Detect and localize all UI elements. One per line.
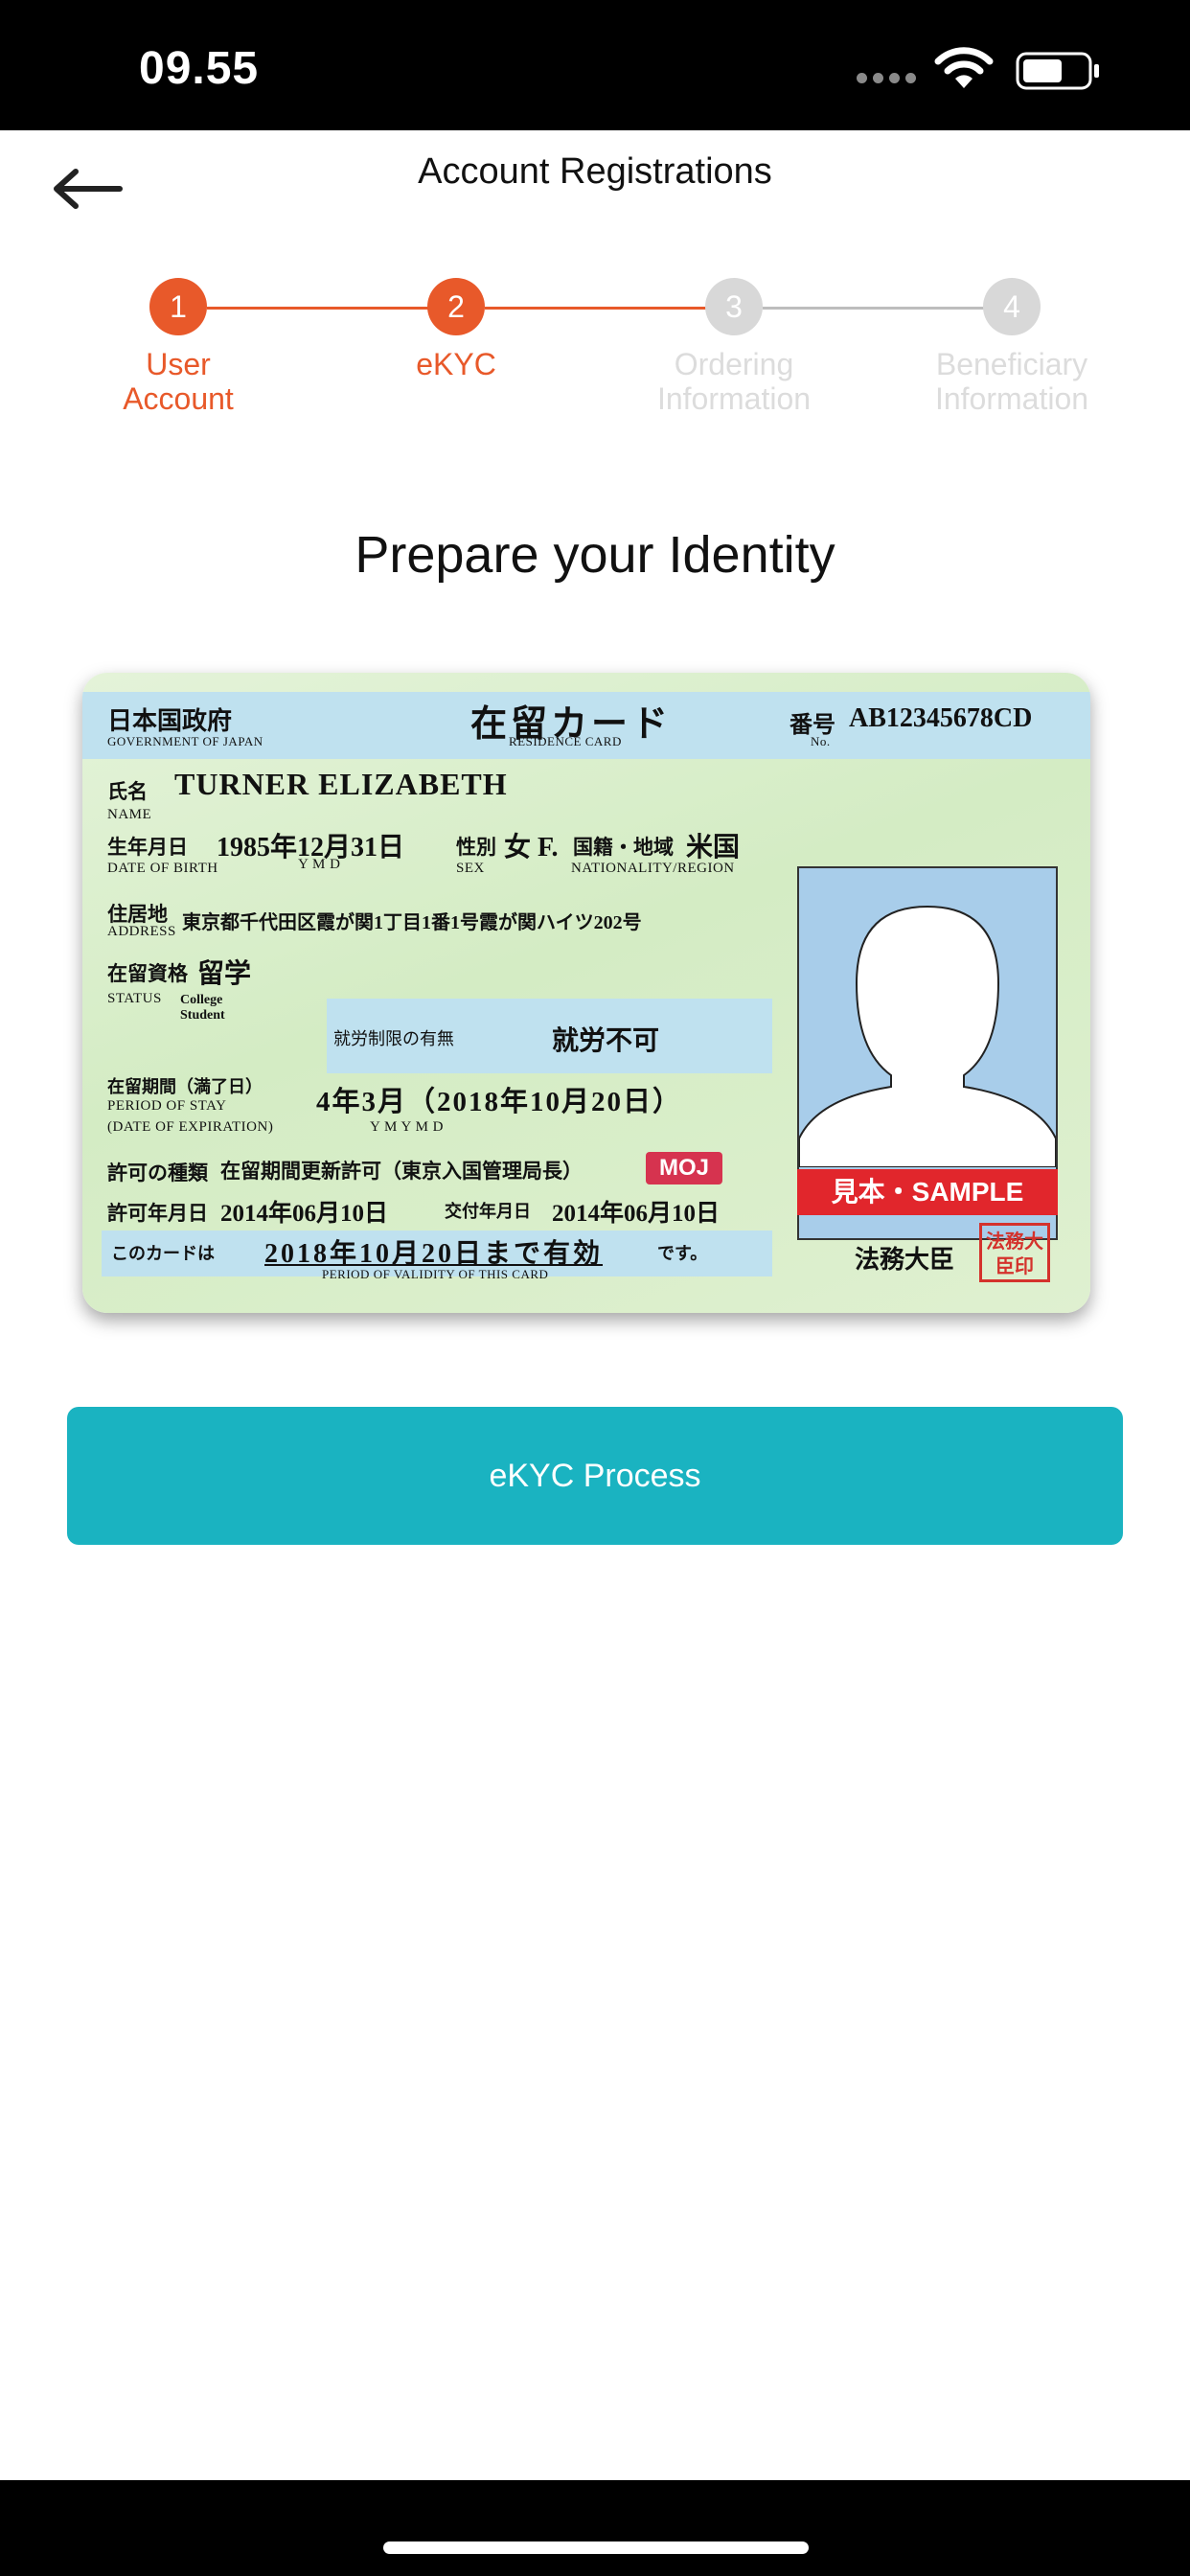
- home-indicator[interactable]: [383, 2542, 809, 2554]
- work-restriction-label: 就労制限の有無: [333, 1029, 454, 1048]
- signal-icon: [857, 73, 916, 83]
- step-label-line1: Beneficiary: [935, 347, 1088, 381]
- official-seal: 法務大臣印: [979, 1223, 1050, 1282]
- step-number-circle: 2: [427, 278, 485, 335]
- step-label-line2: Information: [934, 381, 1089, 416]
- permit-date-value: 2014年06月10日: [220, 1201, 389, 1227]
- step-number-circle: 1: [149, 278, 207, 335]
- wifi-icon: [934, 47, 994, 88]
- app-header: Account Registrations: [0, 130, 1190, 264]
- card-holder-name: TURNER ELIZABETH: [174, 767, 508, 801]
- validity-value: 2018年10月20日まで有効: [264, 1239, 604, 1269]
- card-title-en: RESIDENCE CARD: [509, 734, 622, 748]
- page-header-title: Account Registrations: [418, 151, 772, 192]
- dob-ymd: Y M D: [298, 857, 341, 872]
- sex-label-en: SEX: [456, 861, 485, 876]
- sex-value: 女 F.: [504, 833, 559, 862]
- dob-label-en: DATE OF BIRTH: [107, 861, 218, 876]
- card-number-en: No.: [811, 734, 831, 748]
- step-number-circle: 4: [983, 278, 1041, 335]
- page-title: Prepare your Identity: [355, 526, 835, 584]
- residence-card-sample-image: 日本国政府 GOVERNMENT OF JAPAN 在留カード RESIDENC…: [82, 673, 1090, 1313]
- battery-icon: [1016, 52, 1099, 90]
- validity-en: PERIOD OF VALIDITY OF THIS CARD: [322, 1267, 549, 1281]
- validity-prefix: このカードは: [111, 1244, 215, 1263]
- card-gov-en: GOVERNMENT OF JAPAN: [107, 734, 263, 748]
- nationality-value: 米国: [686, 833, 741, 862]
- permit-value: 在留期間更新許可（東京入国管理局長）: [220, 1160, 583, 1183]
- status-value-en: College Student: [180, 993, 225, 1023]
- sex-label-jp: 性別: [456, 836, 496, 859]
- period-ymd: Y M Y M D: [370, 1119, 445, 1135]
- status-bar: 09.55: [0, 0, 1190, 130]
- ekyc-process-button[interactable]: eKYC Process: [67, 1407, 1123, 1545]
- validity-suffix: です。: [657, 1244, 708, 1263]
- permit-label: 許可の種類: [107, 1162, 208, 1184]
- step-user-account: 1 User Account: [63, 278, 293, 416]
- bottom-bar: [0, 2480, 1190, 2576]
- issue-date-label: 交付年月日: [445, 1202, 531, 1221]
- permit-date-label: 許可年月日: [107, 1202, 208, 1225]
- step-label-line1: Ordering: [674, 347, 794, 381]
- sample-badge: 見本・SAMPLE: [797, 1169, 1058, 1215]
- seal-text: 法務大臣印: [986, 1231, 1043, 1277]
- registration-stepper: 1 User Account 2 eKYC 3 Ordering Informa…: [0, 278, 1190, 422]
- step-ordering-information: 3 Ordering Information: [619, 278, 849, 416]
- status-label-en: STATUS: [107, 991, 162, 1006]
- period-label-en: PERIOD OF STAY: [107, 1098, 227, 1114]
- minister-label: 法務大臣: [855, 1246, 955, 1274]
- status-time: 09.55: [139, 43, 260, 94]
- step-label-line2: Account: [123, 381, 234, 416]
- step-label-line2: Information: [656, 381, 812, 416]
- step-ekyc: 2 eKYC: [341, 278, 571, 381]
- status-value: 留学: [197, 959, 252, 989]
- dob-label-jp: 生年月日: [107, 836, 188, 859]
- status-label-jp: 在留資格: [107, 962, 188, 985]
- name-label-jp: 氏名: [107, 780, 148, 803]
- period-label-jp: 在留期間（満了日）: [107, 1077, 263, 1096]
- expiry-label-en: (DATE OF EXPIRATION): [107, 1119, 274, 1135]
- card-number: AB12345678CD: [849, 703, 1033, 733]
- address-value: 東京都千代田区霞が関1丁目1番1号霞が関ハイツ202号: [182, 912, 642, 933]
- step-beneficiary-information: 4 Beneficiary Information: [897, 278, 1127, 416]
- work-restriction-value: 就労不可: [552, 1026, 660, 1056]
- person-silhouette-icon: [798, 905, 1057, 1168]
- period-value: 4年3月（2018年10月20日）: [316, 1087, 683, 1117]
- nationality-label-jp: 国籍・地域: [573, 836, 674, 859]
- step-number-circle: 3: [705, 278, 763, 335]
- step-label-line1: User: [146, 347, 211, 381]
- issue-date-value: 2014年06月10日: [552, 1201, 721, 1227]
- step-label-line1: eKYC: [416, 347, 496, 381]
- address-label-en: ADDRESS: [107, 924, 176, 939]
- moj-badge: MOJ: [646, 1152, 723, 1184]
- card-gov-jp: 日本国政府: [107, 707, 233, 735]
- name-label-en: NAME: [107, 807, 152, 822]
